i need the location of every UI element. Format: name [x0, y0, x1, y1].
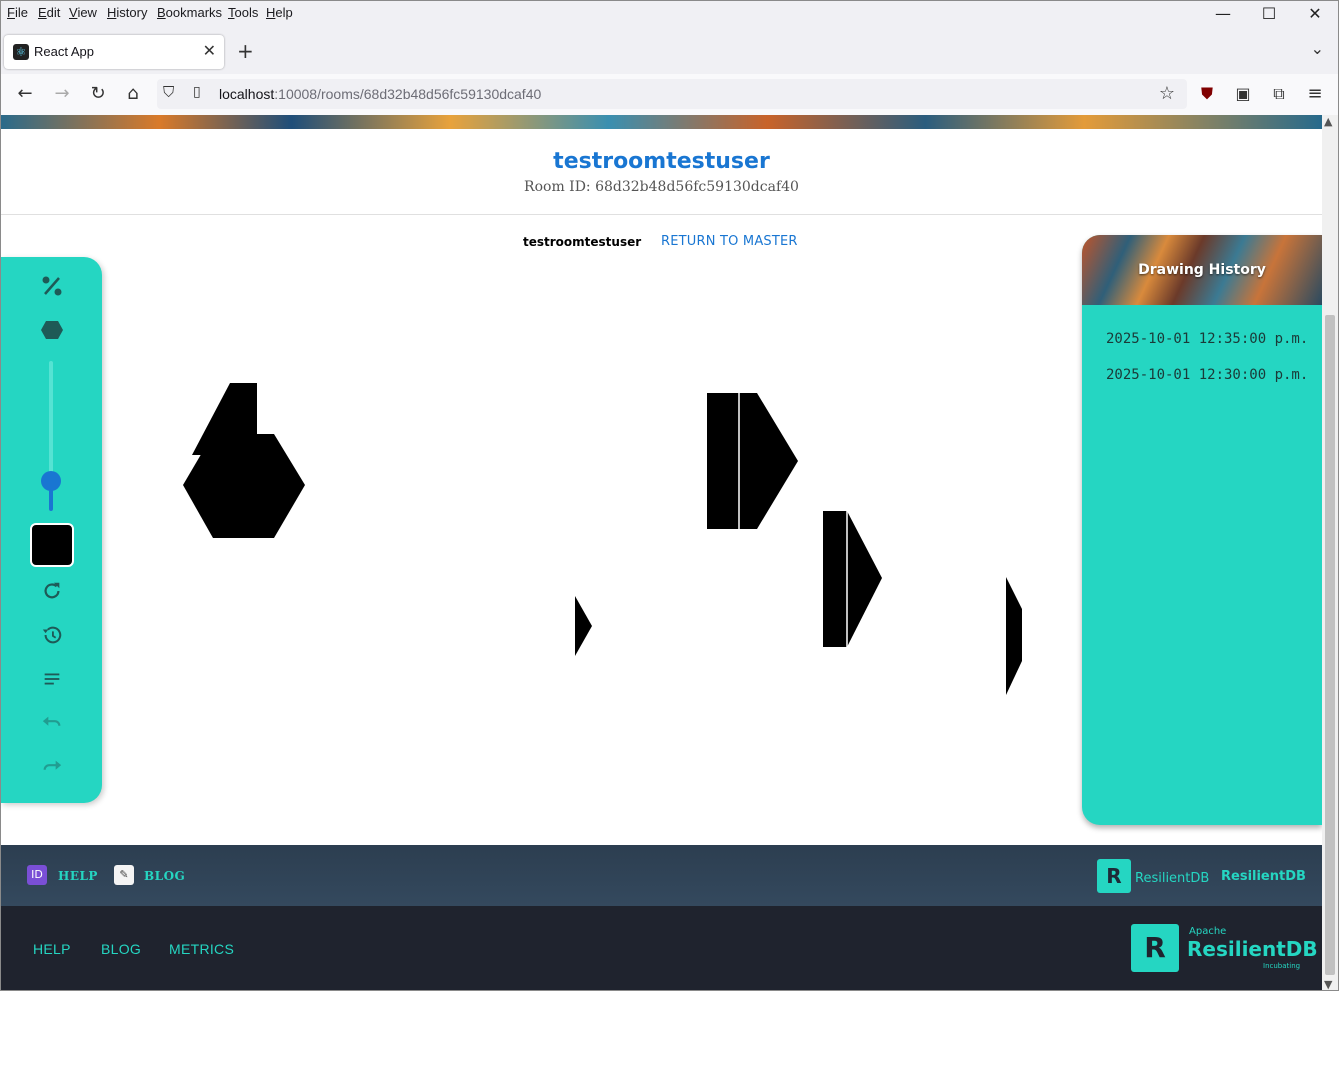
resilientdb-logo-text: ResilientDB: [1135, 871, 1210, 886]
redo-icon[interactable]: [37, 756, 67, 786]
footer-help-link[interactable]: HELP: [58, 869, 98, 883]
react-icon: ⚛: [13, 44, 29, 60]
memo-icon: ✎: [114, 865, 134, 885]
history-icon[interactable]: [37, 624, 67, 654]
footer-top: ID HELP ✎ BLOG R ResilientDB ResilientDB: [1, 845, 1322, 906]
hexagon-shape-icon[interactable]: [37, 318, 67, 348]
tab-react-app[interactable]: ⚛ React App ✕: [4, 35, 224, 69]
drawing-history-panel: Drawing History 2025-10-01 12:35:00 p.m.…: [1082, 235, 1322, 825]
drawing-toolbar: [1, 257, 102, 803]
url-text[interactable]: localhost:10008/rooms/68d32b48d56fc59130…: [219, 86, 541, 102]
extension-icon[interactable]: ▣: [1231, 82, 1255, 106]
maximize-button[interactable]: ☐: [1246, 3, 1292, 25]
scrollbar-thumb[interactable]: [1325, 315, 1335, 975]
drawing-canvas[interactable]: [102, 255, 1082, 845]
drawn-shape-right-arrow-2: [823, 511, 882, 647]
return-to-master-link[interactable]: RETURN TO MASTER: [661, 234, 798, 249]
drawn-shape-thin-arrow: [1006, 577, 1022, 695]
menu-bookmarks[interactable]: Bookmarks: [157, 5, 222, 20]
id-icon: ID: [27, 865, 47, 885]
footer-metrics-link[interactable]: METRICS: [169, 941, 234, 957]
back-icon[interactable]: ←: [13, 82, 37, 106]
history-title: Drawing History: [1138, 262, 1266, 278]
close-window-button[interactable]: ✕: [1292, 3, 1338, 25]
undo-icon[interactable]: [37, 712, 67, 742]
resilientdb-brand[interactable]: ResilientDB: [1221, 869, 1306, 884]
home-icon[interactable]: ⌂: [121, 82, 145, 106]
page-viewport: testroomtestuser Room ID: 68d32b48d56fc5…: [1, 115, 1322, 990]
ublock-icon[interactable]: ⛊: [1195, 82, 1219, 106]
menu-tools[interactable]: Tools: [228, 5, 258, 20]
menu-edit[interactable]: Edit: [38, 5, 60, 20]
footer-blog-link-2[interactable]: BLOG: [101, 941, 141, 957]
menu-hamburger-icon[interactable]: ≡: [1303, 82, 1327, 106]
tab-close-icon[interactable]: ✕: [203, 41, 216, 60]
drawn-shape-small-triangle: [575, 596, 592, 656]
footer-bottom: HELP BLOG METRICS R Apache ResilientDB I…: [1, 906, 1322, 990]
footer-help-link-2[interactable]: HELP: [33, 941, 71, 957]
room-title: testroomtestuser: [553, 149, 770, 174]
menu-file[interactable]: File: [7, 5, 28, 20]
room-id: Room ID: 68d32b48d56fc59130dcaf40: [524, 179, 799, 195]
menu-history[interactable]: History: [107, 5, 147, 20]
refresh-icon[interactable]: [37, 580, 67, 610]
logo-apache-text: Apache: [1189, 926, 1227, 937]
header-banner-image: [1, 115, 1322, 129]
minimize-button[interactable]: —: [1200, 3, 1246, 25]
color-picker-swatch[interactable]: [30, 523, 74, 567]
header-divider: [1, 214, 1322, 215]
scroll-down-icon[interactable]: ▼: [1324, 978, 1332, 990]
percent-icon[interactable]: [37, 274, 67, 304]
shield-icon[interactable]: ⛉: [163, 83, 174, 101]
menu-view[interactable]: View: [69, 5, 97, 20]
menu-bar: File Edit View History Bookmarks Tools H…: [1, 1, 1338, 25]
menu-help[interactable]: Help: [266, 5, 293, 20]
tab-title: React App: [34, 44, 94, 59]
navigation-bar: ← → ↻ ⌂ ⛉ ▯ localhost:10008/rooms/68d32b…: [1, 74, 1338, 115]
new-tab-button[interactable]: +: [237, 39, 254, 63]
forward-icon[interactable]: →: [50, 82, 74, 106]
tab-strip: ⚛ React App ✕ + ⌄: [1, 31, 1338, 73]
drawn-shape-right-arrow-1: [707, 393, 798, 529]
resilientdb-logo-icon: R: [1097, 859, 1131, 893]
history-item[interactable]: 2025-10-01 12:35:00 p.m.: [1106, 331, 1308, 347]
page-scrollbar[interactable]: ▲ ▼: [1322, 115, 1338, 990]
scroll-up-icon[interactable]: ▲: [1324, 115, 1332, 128]
brush-size-slider-thumb[interactable]: [41, 471, 61, 491]
user-label: testroomtestuser: [523, 235, 642, 249]
page-info-icon[interactable]: ▯: [193, 84, 201, 100]
reload-icon[interactable]: ↻: [86, 82, 110, 106]
logo-resilientdb-text: ResilientDB: [1187, 937, 1318, 961]
footer-blog-link[interactable]: BLOG: [144, 869, 185, 883]
extensions-puzzle-icon[interactable]: ⧉: [1267, 82, 1291, 106]
history-item[interactable]: 2025-10-01 12:30:00 p.m.: [1106, 367, 1308, 383]
url-bar[interactable]: ⛉ ▯ localhost:10008/rooms/68d32b48d56fc5…: [157, 79, 1187, 109]
logo-incubating-text: Incubating: [1263, 962, 1301, 970]
browser-window: File Edit View History Bookmarks Tools H…: [0, 0, 1339, 991]
bookmark-star-icon[interactable]: ☆: [1155, 82, 1179, 106]
apache-resilientdb-logo-icon: R: [1131, 924, 1179, 972]
list-all-tabs-button[interactable]: ⌄: [1311, 39, 1324, 58]
text-lines-icon[interactable]: [37, 668, 67, 698]
